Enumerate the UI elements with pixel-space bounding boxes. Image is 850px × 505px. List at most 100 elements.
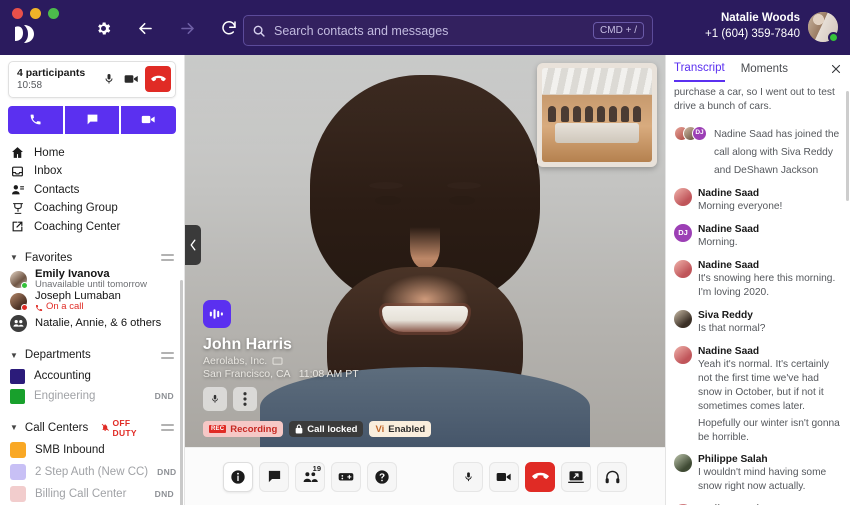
- message-author: Nadine Saad: [698, 346, 760, 358]
- system-message-body: Nadine Saad has joined the call along wi…: [714, 124, 842, 178]
- screen-share-icon: [568, 471, 584, 483]
- video-camera-icon[interactable]: [120, 68, 142, 90]
- avatar: [674, 346, 692, 365]
- video-toggle-button[interactable]: [489, 461, 519, 492]
- microphone-icon[interactable]: [98, 68, 120, 90]
- tab-transcript[interactable]: Transcript: [674, 55, 725, 82]
- dialpad-button[interactable]: [331, 461, 361, 492]
- chevron-down-icon: ▼: [10, 253, 18, 263]
- maximize-window-button[interactable]: [48, 8, 59, 19]
- forward-arrow-icon[interactable]: [176, 17, 198, 39]
- participants-count-badge: 19: [312, 463, 321, 473]
- current-user[interactable]: Natalie Woods +1 (604) 359-7840: [705, 11, 839, 43]
- chat-button[interactable]: [259, 461, 289, 492]
- monitor-icon: [272, 356, 283, 365]
- contact-status: On a call: [46, 301, 84, 313]
- chevron-left-icon: [190, 239, 196, 251]
- call-center-2-step-auth[interactable]: 2 Step Auth (New CC) DND: [0, 461, 184, 483]
- phone-icon: [36, 304, 43, 311]
- participant-more-button[interactable]: [233, 387, 257, 411]
- help-button[interactable]: [367, 461, 397, 492]
- collapse-sidebar-button[interactable]: [185, 225, 201, 265]
- favorite-group-natalie[interactable]: Natalie, Annie, & 6 others: [0, 312, 184, 333]
- chevron-down-icon: ▼: [10, 350, 18, 360]
- message-action-button[interactable]: [64, 105, 120, 134]
- chat-bubble-icon: [268, 470, 280, 483]
- transcript-message: DJ Nadine Saad Morning.: [674, 223, 842, 250]
- drag-handle-icon[interactable]: [161, 424, 174, 432]
- more-vertical-icon: [243, 392, 247, 406]
- drag-handle-icon[interactable]: [161, 351, 174, 359]
- group-avatar-icon: [10, 314, 27, 332]
- hangup-icon[interactable]: [145, 66, 171, 93]
- avatar: DJ: [674, 223, 692, 242]
- screen-share-button[interactable]: [561, 461, 591, 492]
- video-stage[interactable]: John Harris Aerolabs, Inc. San Francisco…: [185, 55, 665, 447]
- search-bar[interactable]: CMD + /: [243, 15, 653, 46]
- call-duration: 10:58: [17, 79, 43, 91]
- conference-room-thumbnail[interactable]: [537, 63, 657, 167]
- sidebar-item-home[interactable]: Home: [0, 144, 184, 163]
- call-status-badges: REC Recording Call locked Vi Enabled: [203, 421, 432, 437]
- favorite-contact-emily[interactable]: Emily Ivanova Unavailable until tomorrow: [0, 268, 184, 290]
- transcript-message-list[interactable]: purchase a car, so I went out to test dr…: [666, 82, 850, 505]
- mute-participant-button[interactable]: [203, 387, 227, 411]
- participant-action-buttons[interactable]: [203, 387, 431, 411]
- sidebar-item-coaching-group[interactable]: Coaching Group: [0, 199, 184, 218]
- sidebar-item-label: Contacts: [34, 183, 80, 196]
- call-info-button[interactable]: [223, 461, 253, 492]
- call-control-bar: 19: [185, 447, 665, 505]
- video-action-button[interactable]: [121, 105, 177, 134]
- contact-status-row: On a call: [35, 302, 121, 313]
- headset-button[interactable]: [597, 461, 627, 492]
- call-locked-badge: Call locked: [289, 421, 364, 437]
- close-icon[interactable]: [830, 63, 842, 75]
- question-mark-icon: [375, 469, 389, 484]
- back-arrow-icon[interactable]: [134, 17, 156, 39]
- departments-section-header[interactable]: ▼ Departments: [0, 345, 184, 366]
- sidebar-item-contacts[interactable]: Contacts: [0, 181, 184, 200]
- participant-local-time: 11:08 AM PT: [298, 368, 359, 380]
- transcript-tabs: Transcript Moments: [666, 55, 850, 82]
- active-call-card[interactable]: 4 participants 10:58: [8, 61, 176, 98]
- call-centers-section-header[interactable]: ▼ Call Centers OFF DUTY: [0, 417, 184, 438]
- dialpad-icon: [338, 473, 354, 481]
- nav-icon-group[interactable]: [92, 17, 240, 39]
- department-engineering[interactable]: Engineering DND: [0, 386, 184, 406]
- current-user-avatar[interactable]: [808, 11, 839, 43]
- sidebar-item-label: Home: [34, 146, 65, 159]
- quick-action-row[interactable]: [8, 105, 177, 134]
- drag-handle-icon[interactable]: [161, 254, 174, 262]
- contacts-icon: [10, 183, 25, 196]
- participants-button[interactable]: 19: [295, 461, 325, 492]
- department-accounting[interactable]: Accounting: [0, 366, 184, 386]
- sidebar-item-inbox[interactable]: Inbox: [0, 162, 184, 181]
- call-center-color-swatch: [10, 441, 26, 458]
- transcript-scrollbar[interactable]: [846, 91, 849, 201]
- tab-moments[interactable]: Moments: [741, 55, 788, 82]
- presence-dot: [21, 281, 28, 289]
- sidebar-nav-list: Home Inbox Contacts Coaching Group Coach…: [0, 144, 184, 237]
- sidebar-scrollbar[interactable]: [180, 280, 183, 505]
- message-text: Is that normal?: [698, 323, 766, 335]
- sidebar-item-coaching-center[interactable]: Coaching Center: [0, 218, 184, 237]
- call-center-smb-inbound[interactable]: SMB Inbound: [0, 439, 184, 461]
- off-duty-badge[interactable]: OFF DUTY: [101, 418, 154, 438]
- settings-icon[interactable]: [92, 17, 114, 39]
- favorites-section-header[interactable]: ▼ Favorites: [0, 247, 184, 268]
- call-action-button[interactable]: [8, 105, 63, 134]
- refresh-icon[interactable]: [218, 17, 240, 39]
- end-call-button[interactable]: [525, 461, 555, 492]
- window-traffic-lights[interactable]: [12, 8, 59, 19]
- mute-button[interactable]: [453, 461, 483, 492]
- message-text: Yeah it's normal. It's certainly not the…: [698, 359, 829, 412]
- sidebar-item-label: Inbox: [34, 165, 63, 178]
- video-main-area: John Harris Aerolabs, Inc. San Francisco…: [185, 55, 665, 505]
- favorite-contact-joseph[interactable]: Joseph Lumaban On a call: [0, 290, 184, 312]
- message-author: Nadine Saad: [698, 223, 760, 235]
- close-window-button[interactable]: [12, 8, 23, 19]
- call-center-billing[interactable]: Billing Call Center DND: [0, 483, 184, 505]
- search-input[interactable]: [274, 23, 594, 38]
- minimize-window-button[interactable]: [30, 8, 41, 19]
- message-body: Nadine Saad It's snowing here this morni…: [698, 259, 842, 300]
